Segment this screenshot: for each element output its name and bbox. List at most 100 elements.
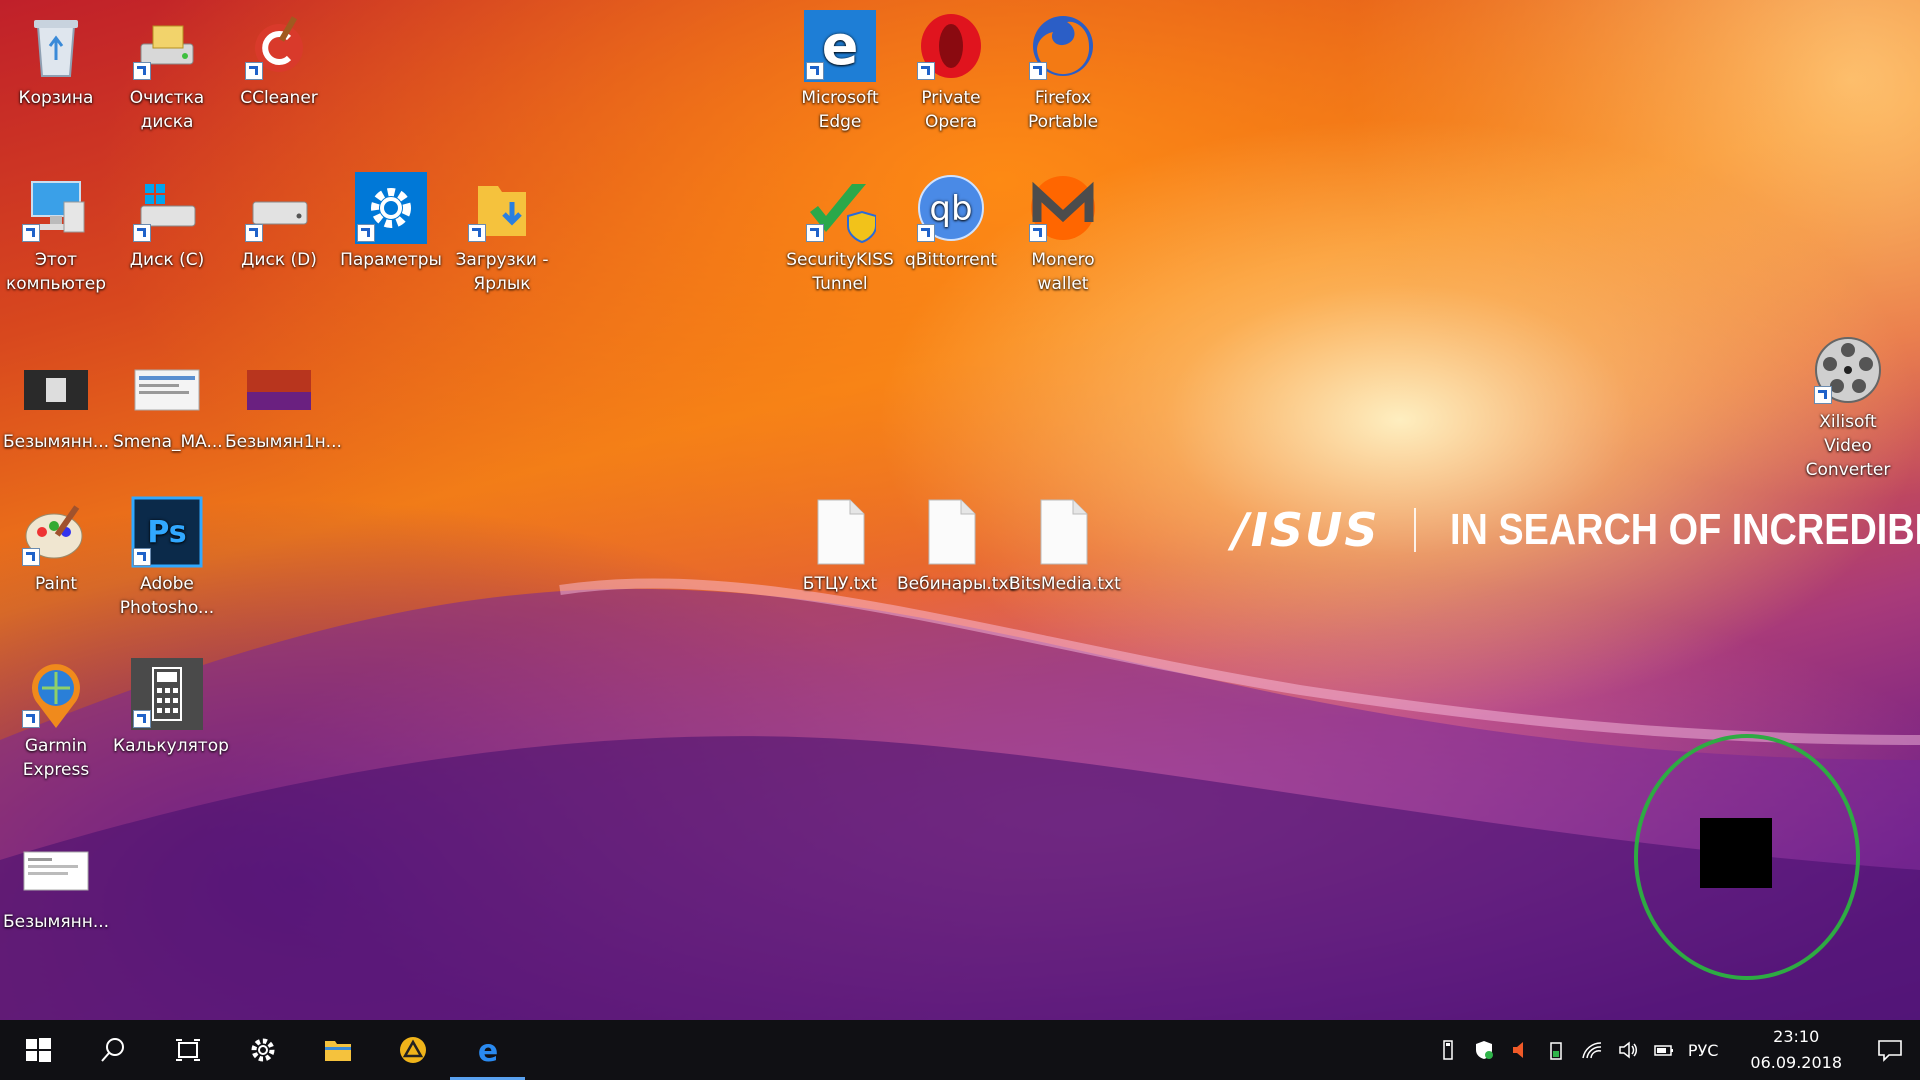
desktop-icon-btcu-txt[interactable]: БТЦУ.txt	[786, 490, 894, 596]
taskbar: e РУС 23:10 06.09.2018	[0, 1020, 1920, 1080]
settings-icon	[251, 1038, 274, 1062]
icon-label: Безымянн...	[2, 912, 110, 932]
icon-label: Калькулятор	[113, 736, 229, 756]
wallpaper-branding: /ISUS IN SEARCH OF INCREDIBLE	[1232, 500, 1920, 560]
icon-label: Очистка диска	[129, 88, 205, 132]
icon-label: Параметры	[340, 250, 442, 270]
desktop-icon-edge[interactable]: e Microsoft Edge	[786, 4, 894, 134]
icon-label: Безымянн...	[2, 432, 110, 452]
system-tray: РУС 23:10 06.09.2018	[1430, 1020, 1920, 1080]
desktop-icon-settings[interactable]: Параметры	[337, 166, 445, 272]
shield-icon	[1475, 1041, 1493, 1059]
desktop-icon-image-3[interactable]: Безымянн...	[2, 828, 110, 934]
notification-icon	[1878, 1040, 1902, 1062]
icon-label: SecurityKISS Tunnel	[786, 250, 894, 294]
clock[interactable]: 23:10 06.09.2018	[1732, 1024, 1860, 1076]
image-thumbnail-icon	[134, 369, 200, 411]
desktop-icon-paint[interactable]: Paint	[2, 490, 110, 596]
desktop-icon-photoshop[interactable]: Ps Adobe Photosho...	[113, 490, 221, 620]
desktop-icon-qbittorrent[interactable]: qb qBittorrent	[897, 166, 1005, 272]
icon-label: Корзина	[18, 88, 94, 108]
desktop-icon-opera[interactable]: Private Opera	[897, 4, 1005, 134]
desktop-icon-garmin[interactable]: Garmin Express	[2, 652, 110, 782]
icon-label: Paint	[34, 574, 78, 594]
edge-icon: e	[477, 1035, 497, 1065]
taskbar-settings[interactable]	[225, 1020, 300, 1080]
task-view-icon	[175, 1039, 200, 1061]
icon-label: Smena_MA...	[113, 432, 223, 452]
icon-label: Вебинары.txt	[897, 574, 1016, 594]
desktop-icon-downloads[interactable]: Загрузки - Ярлык	[448, 166, 556, 296]
black-square	[1700, 818, 1772, 888]
tray-power[interactable]	[1646, 1020, 1682, 1080]
tray-audio-device[interactable]	[1502, 1020, 1538, 1080]
desktop-icon-calculator[interactable]: Калькулятор	[113, 652, 229, 758]
speaker-orange-icon	[1512, 1042, 1523, 1058]
icon-label: Microsoft Edge	[801, 88, 879, 132]
svg-text:qb: qb	[929, 189, 972, 229]
search-icon	[100, 1038, 124, 1062]
language-indicator[interactable]: РУС	[1682, 1041, 1733, 1060]
taskbar-app[interactable]	[375, 1020, 450, 1080]
desktop-icon-image-2[interactable]: Безымян1н...	[225, 348, 342, 454]
desktop-icon-monero[interactable]: Monero wallet	[1009, 166, 1117, 296]
icon-label: БТЦУ.txt	[802, 574, 878, 594]
task-view-button[interactable]	[150, 1020, 225, 1080]
icon-label: Этот компьютер	[5, 250, 107, 294]
tray-battery-app[interactable]	[1538, 1020, 1574, 1080]
text-file-icon	[817, 499, 865, 565]
desktop-icon-drive-d[interactable]: Диск (D)	[225, 166, 333, 272]
icon-label: Безымян1н...	[225, 432, 342, 452]
tray-defender[interactable]	[1466, 1020, 1502, 1080]
icon-label: BitsMedia.txt	[1009, 574, 1121, 594]
desktop-icon-xilisoft[interactable]: Xilisoft Video Converter	[1794, 328, 1902, 482]
asus-slogan: IN SEARCH OF INCREDIBLE	[1449, 505, 1920, 554]
desktop-icon-webinars-txt[interactable]: Вебинары.txt	[897, 490, 1016, 596]
desktop-icon-smena[interactable]: Smena_MA...	[113, 348, 223, 454]
icon-label: Xilisoft Video Converter	[1805, 412, 1891, 480]
tray-usb[interactable]	[1430, 1020, 1466, 1080]
icon-label: Private Opera	[921, 88, 981, 132]
desktop-icon-recycle-bin[interactable]: Корзина	[2, 4, 110, 110]
desktop-icon-image-1[interactable]: Безымянн...	[2, 348, 110, 454]
file-explorer-icon	[324, 1041, 351, 1061]
clock-time: 23:10	[1773, 1027, 1820, 1046]
icon-label: Загрузки - Ярлык	[455, 250, 549, 294]
taskbar-edge[interactable]: e	[450, 1020, 525, 1080]
desktop-icon-bitsmedia-txt[interactable]: BitsMedia.txt	[1009, 490, 1121, 596]
tray-volume[interactable]	[1610, 1020, 1646, 1080]
svg-text:Ps: Ps	[147, 515, 186, 550]
text-file-icon	[928, 499, 976, 565]
wifi-icon	[1582, 1042, 1602, 1059]
svg-text:e: e	[822, 14, 859, 77]
image-thumbnail-icon	[23, 851, 89, 891]
text-file-icon	[1040, 499, 1088, 565]
image-thumbnail-icon	[247, 370, 311, 410]
branding-divider	[1413, 508, 1416, 552]
usb-drive-icon	[1443, 1040, 1453, 1060]
taskbar-file-explorer[interactable]	[300, 1020, 375, 1080]
desktop-icon-this-pc[interactable]: Этот компьютер	[2, 166, 110, 296]
icon-label: Garmin Express	[22, 736, 90, 780]
image-thumbnail-icon	[24, 370, 88, 410]
recycle-bin-icon	[34, 20, 78, 77]
app-icon	[399, 1037, 426, 1063]
volume-icon	[1619, 1041, 1637, 1059]
desktop-icon-disk-cleanup[interactable]: Очистка диска	[113, 4, 221, 134]
icon-label: CCleaner	[240, 88, 318, 108]
search-button[interactable]	[75, 1020, 150, 1080]
desktop-icon-securitykiss[interactable]: SecurityKISS Tunnel	[786, 166, 894, 296]
desktop-icon-ccleaner[interactable]: CCleaner	[225, 4, 333, 110]
icon-label: Firefox Portable	[1027, 88, 1099, 132]
start-button[interactable]	[0, 1020, 75, 1080]
action-center-button[interactable]	[1860, 1020, 1920, 1080]
desktop-icon-firefox[interactable]: Firefox Portable	[1009, 4, 1117, 134]
asus-logo: /ISUS	[1232, 503, 1380, 557]
icon-label: Диск (D)	[241, 250, 317, 270]
icon-label: Adobe Photosho...	[119, 574, 215, 618]
tray-wifi[interactable]	[1574, 1020, 1610, 1080]
icon-label: Monero wallet	[1031, 250, 1095, 294]
battery-app-icon	[1550, 1042, 1562, 1060]
desktop-icon-drive-c[interactable]: Диск (C)	[113, 166, 221, 272]
battery-icon	[1654, 1045, 1673, 1056]
